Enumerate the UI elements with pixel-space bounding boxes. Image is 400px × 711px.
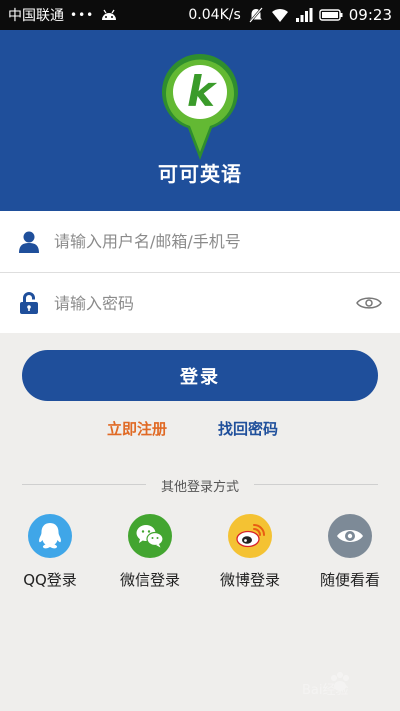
qq-icon bbox=[28, 514, 72, 558]
divider-left bbox=[22, 484, 146, 485]
network-speed: 0.04K/s bbox=[188, 7, 241, 23]
carrier-name: 中国联通 bbox=[8, 8, 64, 24]
login-button[interactable]: 登录 bbox=[22, 350, 378, 401]
username-input[interactable] bbox=[54, 221, 400, 262]
status-time: 09:23 bbox=[348, 6, 392, 24]
svg-text:Bai经验: Bai经验 bbox=[302, 682, 349, 698]
weibo-login-label: 微博登录 bbox=[219, 571, 280, 589]
browse-option[interactable]: 随便看看 bbox=[305, 514, 395, 590]
status-left: 中国联通 ••• bbox=[8, 5, 118, 25]
user-icon bbox=[19, 231, 39, 253]
password-input[interactable] bbox=[54, 283, 356, 323]
wechat-login-label: 微信登录 bbox=[119, 571, 180, 589]
qq-login-label: QQ登录 bbox=[23, 571, 77, 589]
register-link[interactable]: 立即注册 bbox=[107, 418, 167, 439]
wechat-icon bbox=[128, 514, 172, 558]
lock-icon bbox=[20, 292, 38, 314]
weibo-icon bbox=[228, 514, 272, 558]
password-row bbox=[0, 272, 400, 333]
username-row bbox=[0, 211, 400, 272]
eye-icon bbox=[328, 514, 372, 558]
status-right: 0.04K/s 09:23 bbox=[188, 6, 392, 24]
forgot-password-link[interactable]: 找回密码 bbox=[218, 418, 278, 439]
weibo-login-option[interactable]: 微博登录 bbox=[205, 514, 295, 590]
app-name: 可可英语 bbox=[158, 162, 242, 186]
mute-icon bbox=[248, 7, 263, 23]
browse-label: 随便看看 bbox=[319, 571, 380, 589]
signal-icon bbox=[295, 8, 313, 22]
divider-right bbox=[254, 484, 378, 485]
qq-login-option[interactable]: QQ登录 bbox=[5, 514, 95, 590]
notification-dots: ••• bbox=[70, 8, 95, 22]
show-password-eye-icon[interactable] bbox=[356, 295, 382, 311]
baidu-watermark-logo: Bai经验 bbox=[302, 672, 349, 698]
wifi-icon bbox=[271, 8, 288, 22]
app-logo-icon: k bbox=[162, 53, 239, 161]
android-icon bbox=[102, 9, 117, 20]
status-bar: 中国联通 ••• 0.04K/s 09:23 bbox=[0, 0, 400, 30]
battery-icon bbox=[319, 9, 343, 21]
other-login-title: 其他登录方式 bbox=[160, 480, 239, 495]
app-header: k 可可英语 bbox=[0, 30, 400, 211]
wechat-login-option[interactable]: 微信登录 bbox=[105, 514, 195, 590]
logo-letter: k bbox=[187, 67, 218, 116]
